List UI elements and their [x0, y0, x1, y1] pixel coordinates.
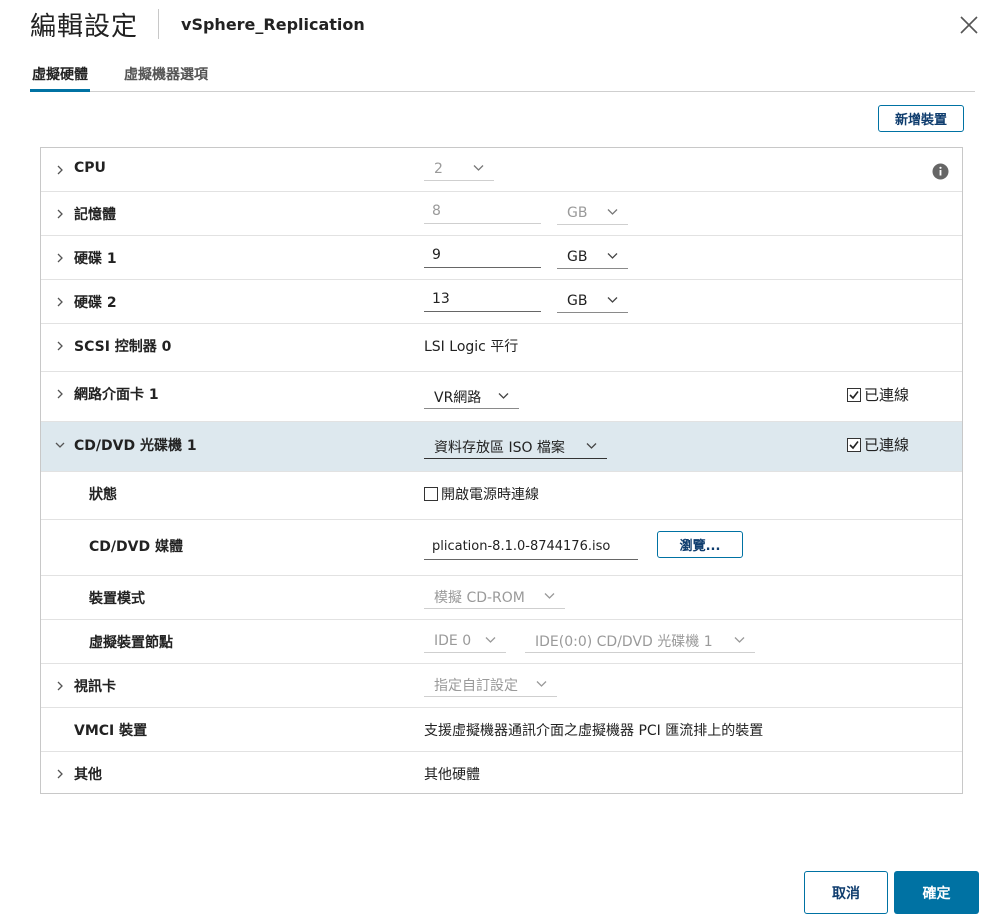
select-value: GB	[567, 292, 588, 309]
select-value: VR網路	[434, 389, 482, 406]
row-label: CD/DVD 光碟機 1	[74, 438, 197, 454]
row-label: 裝置模式	[89, 591, 145, 607]
chevron-down-icon	[607, 297, 618, 303]
tab-bar: 虛擬硬體 虛擬機器選項	[30, 62, 975, 92]
select-value: GB	[567, 204, 588, 221]
cpu-count-select[interactable]: 2	[424, 157, 494, 181]
cddvd-source-select[interactable]: 資料存放區 ISO 檔案	[424, 435, 607, 459]
disk1-size-input[interactable]: 9	[424, 242, 541, 268]
checkbox-label: 已連線	[864, 436, 910, 454]
checkbox-box	[424, 487, 438, 501]
row-scsi: SCSI 控制器 0 LSI Logic 平行	[41, 324, 962, 372]
row-label: 狀態	[89, 487, 117, 503]
tab-vm-options[interactable]: 虛擬機器選項	[124, 62, 208, 92]
row-nic: 網路介面卡 1 VR網路 已連線	[41, 372, 962, 422]
vm-name: vSphere_Replication	[181, 14, 365, 34]
chevron-right-icon[interactable]	[55, 681, 65, 691]
row-label: 硬碟 1	[74, 251, 117, 267]
row-video: 視訊卡 指定自訂設定	[41, 664, 962, 708]
row-label: VMCI 裝置	[74, 723, 148, 739]
checkmark-icon	[849, 440, 859, 449]
memory-unit-select[interactable]: GB	[557, 201, 628, 225]
row-memory: 記憶體 8 GB	[41, 192, 962, 236]
cancel-button[interactable]: 取消	[804, 871, 888, 914]
title-divider	[158, 9, 160, 39]
row-label: 硬碟 2	[74, 295, 117, 311]
chevron-down-icon	[586, 443, 597, 449]
info-icon[interactable]	[932, 163, 949, 180]
row-label: 網路介面卡 1	[74, 387, 159, 403]
chevron-down-icon	[607, 209, 618, 215]
select-value: IDE(0:0) CD/DVD 光碟機 1	[535, 633, 713, 650]
network-select[interactable]: VR網路	[424, 385, 519, 409]
chevron-down-icon	[498, 393, 509, 399]
row-label: CPU	[74, 160, 106, 176]
disk1-unit-select[interactable]: GB	[557, 245, 628, 269]
connect-at-power-on-checkbox[interactable]: 開啟電源時連線	[424, 484, 539, 504]
chevron-right-icon[interactable]	[55, 389, 65, 399]
device-mode-select[interactable]: 模擬 CD-ROM	[424, 585, 565, 609]
chevron-down-icon	[536, 681, 547, 687]
select-value: IDE 0	[434, 632, 472, 649]
chevron-right-icon[interactable]	[55, 341, 65, 351]
chevron-right-icon[interactable]	[55, 253, 65, 263]
chevron-down-icon[interactable]	[55, 440, 65, 450]
scsi-controller-type: LSI Logic 平行	[424, 339, 519, 355]
add-device-button[interactable]: 新增裝置	[878, 105, 964, 132]
select-value: 模擬 CD-ROM	[434, 589, 525, 606]
nic-connected-checkbox[interactable]: 已連線	[847, 384, 909, 405]
row-label: CD/DVD 媒體	[89, 539, 183, 555]
tab-virtual-hardware[interactable]: 虛擬硬體	[30, 62, 90, 92]
other-hardware-text: 其他硬體	[424, 767, 480, 783]
select-value: GB	[567, 248, 588, 265]
row-other: 其他 其他硬體	[41, 752, 962, 793]
dialog-title: 編輯設定	[30, 11, 139, 42]
checkbox-label: 已連線	[864, 386, 910, 404]
video-settings-select[interactable]: 指定自訂設定	[424, 673, 557, 697]
close-icon[interactable]	[958, 14, 980, 36]
chevron-down-icon	[734, 637, 745, 643]
cddvd-connected-checkbox[interactable]: 已連線	[847, 434, 909, 455]
row-label: 虛擬裝置節點	[89, 635, 173, 651]
vmci-description: 支援虛擬機器通訊介面之虛擬機器 PCI 匯流排上的裝置	[424, 723, 764, 739]
row-disk1: 硬碟 1 9 GB	[41, 236, 962, 280]
row-cddvd-media: CD/DVD 媒體 plication-8.1.0-8744176.iso 瀏覽…	[41, 520, 962, 576]
checkbox-box	[847, 437, 861, 452]
chevron-down-icon	[544, 593, 555, 599]
checkbox-box	[847, 387, 861, 402]
disk2-size-input[interactable]: 13	[424, 286, 541, 312]
chevron-down-icon	[473, 165, 484, 171]
row-cddvd-mode: 裝置模式 模擬 CD-ROM	[41, 576, 962, 620]
row-cpu: CPU 2	[41, 148, 962, 192]
row-label: 記憶體	[74, 207, 116, 223]
row-disk2: 硬碟 2 13 GB	[41, 280, 962, 324]
browse-button[interactable]: 瀏覽...	[657, 531, 743, 558]
chevron-down-icon	[607, 253, 618, 259]
row-label: 視訊卡	[74, 679, 116, 695]
row-cddvd: CD/DVD 光碟機 1 資料存放區 ISO 檔案 已連線	[41, 422, 962, 472]
row-cddvd-status: 狀態 開啟電源時連線	[41, 472, 962, 520]
select-value: 指定自訂設定	[434, 677, 518, 694]
chevron-right-icon[interactable]	[55, 769, 65, 779]
disk2-unit-select[interactable]: GB	[557, 289, 628, 313]
ok-button[interactable]: 確定	[894, 871, 979, 914]
dialog-header: 編輯設定 vSphere_Replication	[30, 4, 365, 44]
hardware-grid: CPU 2 記憶體 8 GB 硬碟 1 9 GB 硬碟 2 13 GB SCSI…	[40, 147, 963, 794]
row-label: SCSI 控制器 0	[74, 339, 172, 355]
chevron-right-icon[interactable]	[55, 209, 65, 219]
iso-path-input[interactable]: plication-8.1.0-8744176.iso	[424, 534, 638, 560]
row-cddvd-node: 虛擬裝置節點 IDE 0 IDE(0:0) CD/DVD 光碟機 1	[41, 620, 962, 664]
row-label: 其他	[74, 767, 102, 783]
checkmark-icon	[849, 390, 859, 399]
chevron-right-icon[interactable]	[55, 297, 65, 307]
ide-bus-select[interactable]: IDE 0	[424, 629, 506, 653]
select-value: 2	[434, 160, 443, 177]
checkbox-label: 開啟電源時連線	[441, 487, 539, 503]
chevron-down-icon	[485, 637, 496, 643]
row-vmci: VMCI 裝置 支援虛擬機器通訊介面之虛擬機器 PCI 匯流排上的裝置	[41, 708, 962, 752]
ide-slot-select[interactable]: IDE(0:0) CD/DVD 光碟機 1	[525, 629, 755, 653]
select-value: 資料存放區 ISO 檔案	[434, 439, 565, 456]
chevron-right-icon[interactable]	[55, 165, 65, 175]
memory-size-input[interactable]: 8	[424, 198, 541, 224]
